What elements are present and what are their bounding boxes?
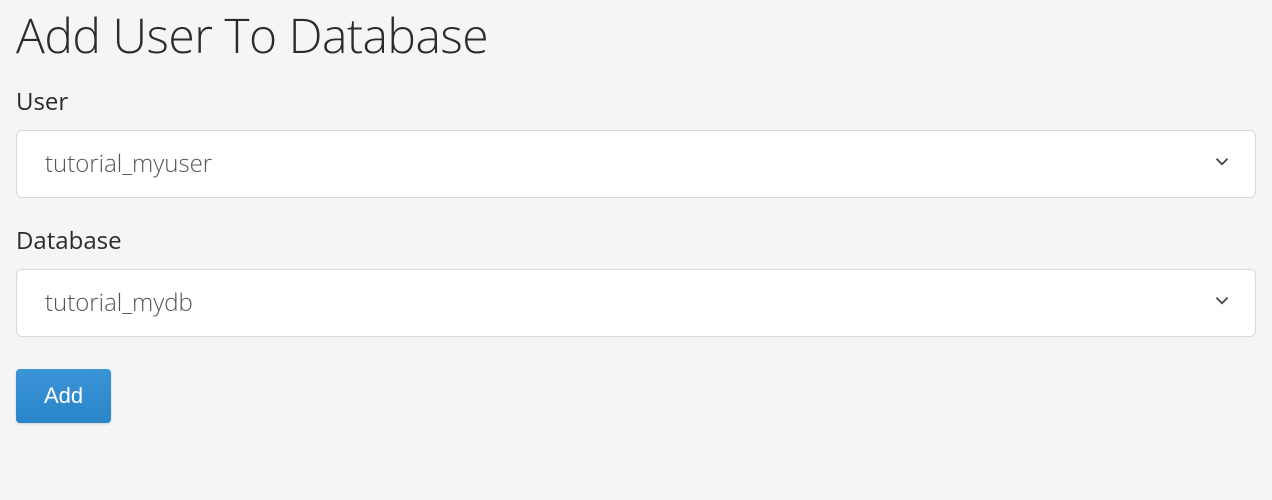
database-select[interactable]: tutorial_mydb [16, 269, 1256, 337]
database-select-value: tutorial_mydb [45, 286, 193, 319]
database-label: Database [16, 224, 1256, 257]
user-select[interactable]: tutorial_myuser [16, 130, 1256, 198]
add-button[interactable]: Add [16, 369, 111, 423]
page-title: Add User To Database [16, 10, 1256, 63]
user-form-group: User tutorial_myuser [16, 85, 1256, 198]
chevron-down-icon [1211, 150, 1233, 177]
chevron-down-icon [1211, 289, 1233, 316]
user-label: User [16, 85, 1256, 118]
database-form-group: Database tutorial_mydb [16, 224, 1256, 337]
user-select-value: tutorial_myuser [45, 147, 212, 180]
